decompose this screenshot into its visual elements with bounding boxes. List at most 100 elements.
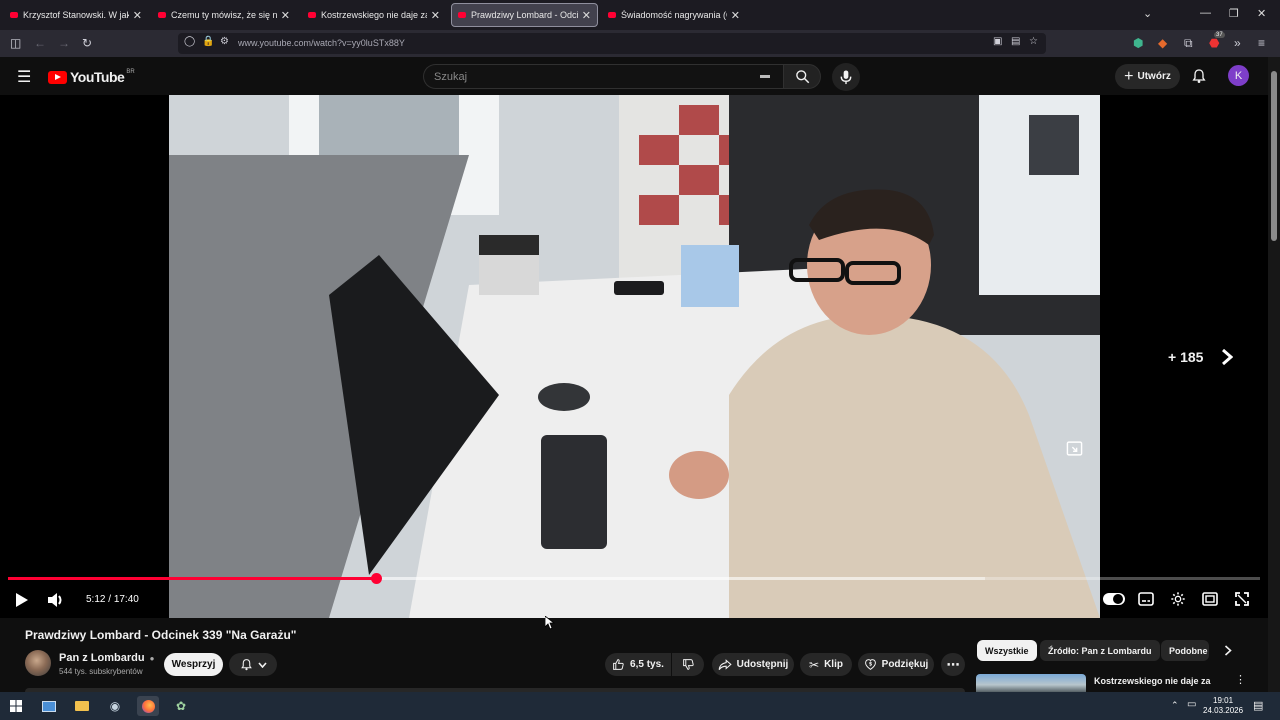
clock-time: 19:01 [1213, 696, 1234, 705]
windows-taskbar: ◉ ✿ ⌃ ▭ 19:01 24.03.2026 ▤ [0, 692, 1280, 720]
theater-mode-icon[interactable] [1202, 592, 1218, 606]
youtube-favicon-icon [10, 12, 18, 18]
progress-bar[interactable] [8, 573, 1260, 584]
volume-icon[interactable] [47, 592, 65, 608]
account-avatar[interactable]: K [1228, 65, 1249, 86]
tray-chevron-icon[interactable]: ⌃ [1171, 700, 1179, 711]
svg-text:$: $ [869, 662, 873, 668]
progress-played [8, 577, 377, 580]
browser-tab[interactable]: Kostrzewskiego nie daje za wyg ✕ [302, 3, 446, 27]
notifications-bell-icon[interactable] [1191, 68, 1207, 84]
restore-icon[interactable]: ❐ [1229, 7, 1239, 20]
search-button[interactable] [783, 64, 821, 89]
tab-close-icon[interactable]: ✕ [731, 9, 740, 22]
lock-icon[interactable]: 🔒 [202, 36, 214, 47]
url-text[interactable]: www.youtube.com/watch?v=yy0luSTx88Y [238, 38, 405, 48]
steam-icon[interactable]: ◉ [104, 696, 126, 716]
browser-tab[interactable]: Świadomość nagrywania (Giełd ✕ [602, 3, 746, 27]
chips-chevron-right-icon[interactable] [1224, 645, 1232, 656]
close-window-icon[interactable]: ✕ [1257, 7, 1266, 20]
tab-close-icon[interactable]: ✕ [133, 9, 142, 22]
utility-app-icon[interactable]: ✿ [170, 696, 192, 716]
windows-logo-icon [10, 700, 22, 712]
fullscreen-icon[interactable] [1235, 592, 1249, 606]
search-icon [795, 70, 809, 84]
search-input[interactable] [434, 71, 734, 83]
permissions-icon[interactable]: ⚙ [220, 36, 229, 47]
minimize-icon[interactable]: — [1200, 7, 1211, 19]
video-frame[interactable] [169, 95, 1100, 618]
video-player[interactable]: + 185 5:12 / 17:40 [0, 95, 1268, 618]
tab-close-icon[interactable]: ✕ [582, 9, 591, 22]
shield-icon[interactable]: ◯ [184, 36, 195, 47]
chip-related[interactable]: Podobne [1161, 640, 1209, 661]
settings-gear-icon[interactable] [1170, 591, 1186, 607]
notification-center-icon[interactable]: ▤ [1253, 699, 1263, 712]
address-bar[interactable]: ◯ 🔒 ⚙ www.youtube.com/watch?v=yy0luSTx88… [178, 33, 1046, 54]
tab-close-icon[interactable]: ✕ [281, 9, 290, 22]
dislike-button[interactable] [672, 653, 704, 676]
network-icon[interactable]: ▭ [1187, 699, 1196, 710]
subtitles-icon[interactable] [1138, 592, 1154, 606]
total-time: 17:40 [113, 594, 139, 605]
vpn-extension-icon[interactable]: ⬢ [1133, 36, 1143, 50]
youtube-logo[interactable]: YouTube BR [48, 69, 135, 85]
extensions-puzzle-icon[interactable]: ⧉ [1184, 36, 1193, 51]
back-arrow-icon[interactable]: ← [34, 36, 46, 50]
reload-icon[interactable]: ↻ [82, 36, 92, 50]
youtube-masthead: ☰ YouTube BR ▬ + Utwórz K [0, 57, 1268, 95]
hamburger-menu-icon[interactable]: ☰ [17, 67, 31, 87]
channel-avatar[interactable] [25, 650, 51, 676]
keyboard-icon[interactable]: ▬ [760, 70, 770, 81]
browser-tab[interactable]: Czemu ty mówisz, że się na cieł ✕ [152, 3, 296, 27]
reader-view-icon[interactable]: ▤ [1011, 36, 1020, 47]
forward-arrow-icon[interactable]: → [58, 36, 70, 50]
recommended-video-title[interactable]: Kostrzewskiego nie daje za wygraną [1094, 675, 1224, 692]
recommended-more-icon[interactable]: ⋮ [1235, 673, 1246, 686]
like-count: 6,5 tys. [630, 659, 664, 670]
video-content-image [169, 95, 1100, 618]
browser-tab[interactable]: Krzysztof Stanowski. W jakiej sp ✕ [4, 3, 148, 27]
bookmark-star-icon[interactable]: ☆ [1029, 36, 1038, 47]
overflow-chevron-icon[interactable]: » [1234, 36, 1241, 50]
support-button[interactable]: Wesprzyj [164, 653, 223, 676]
file-explorer-icon[interactable] [71, 696, 93, 716]
more-actions-button[interactable]: ⋯ [941, 653, 965, 676]
picture-in-picture-icon[interactable]: ▣ [993, 36, 1002, 47]
end-screen-count[interactable]: + 185 [1168, 349, 1203, 365]
search-box[interactable]: ▬ [423, 64, 783, 89]
youtube-favicon-icon [608, 12, 616, 18]
create-button[interactable]: + Utwórz [1115, 64, 1180, 89]
clock-date: 24.03.2026 [1203, 706, 1244, 715]
notification-settings-button[interactable] [229, 653, 277, 676]
taskbar-clock[interactable]: 19:01 24.03.2026 [1203, 696, 1243, 716]
chevron-right-icon[interactable] [1221, 349, 1233, 365]
firefox-icon[interactable] [137, 696, 159, 716]
scrollbar-thumb[interactable] [1271, 71, 1277, 241]
channel-name[interactable]: Pan z Lombardu ● [59, 652, 154, 664]
chip-all[interactable]: Wszystkie [977, 640, 1037, 661]
play-icon[interactable] [15, 593, 28, 607]
browser-tab-active[interactable]: Prawdziwy Lombard - Odcinek ✕ [451, 3, 598, 27]
fox-extension-icon[interactable]: ◆ [1158, 36, 1167, 50]
clip-button[interactable]: ✂ Klip [800, 653, 852, 676]
tab-list-chevron-icon[interactable]: ⌄ [1143, 7, 1152, 20]
voice-search-button[interactable] [832, 63, 860, 91]
windows-start-icon[interactable] [5, 696, 27, 716]
desktop-app-icon[interactable] [38, 696, 60, 716]
recommended-video-thumbnail[interactable] [976, 674, 1086, 692]
ublock-extension-icon[interactable]: ⬣ [1209, 36, 1219, 50]
sidebar-toggle-icon[interactable]: ◫ [10, 36, 21, 50]
app-menu-icon[interactable]: ≡ [1258, 36, 1265, 50]
youtube-favicon-icon [308, 12, 316, 18]
miniplayer-icon[interactable] [1066, 440, 1083, 457]
tab-close-icon[interactable]: ✕ [431, 9, 440, 22]
chip-from-channel[interactable]: Źródło: Pan z Lombardu [1040, 640, 1160, 661]
thanks-heart-dollar-icon: $ [864, 659, 876, 670]
firefox-logo-icon [141, 699, 155, 713]
thanks-button[interactable]: $ Podziękuj [858, 653, 934, 676]
page-scrollbar[interactable] [1268, 57, 1280, 692]
share-button[interactable]: Udostępnij [712, 653, 794, 676]
like-button[interactable]: 6,5 tys. [605, 653, 671, 676]
autoplay-toggle[interactable] [1103, 593, 1125, 605]
